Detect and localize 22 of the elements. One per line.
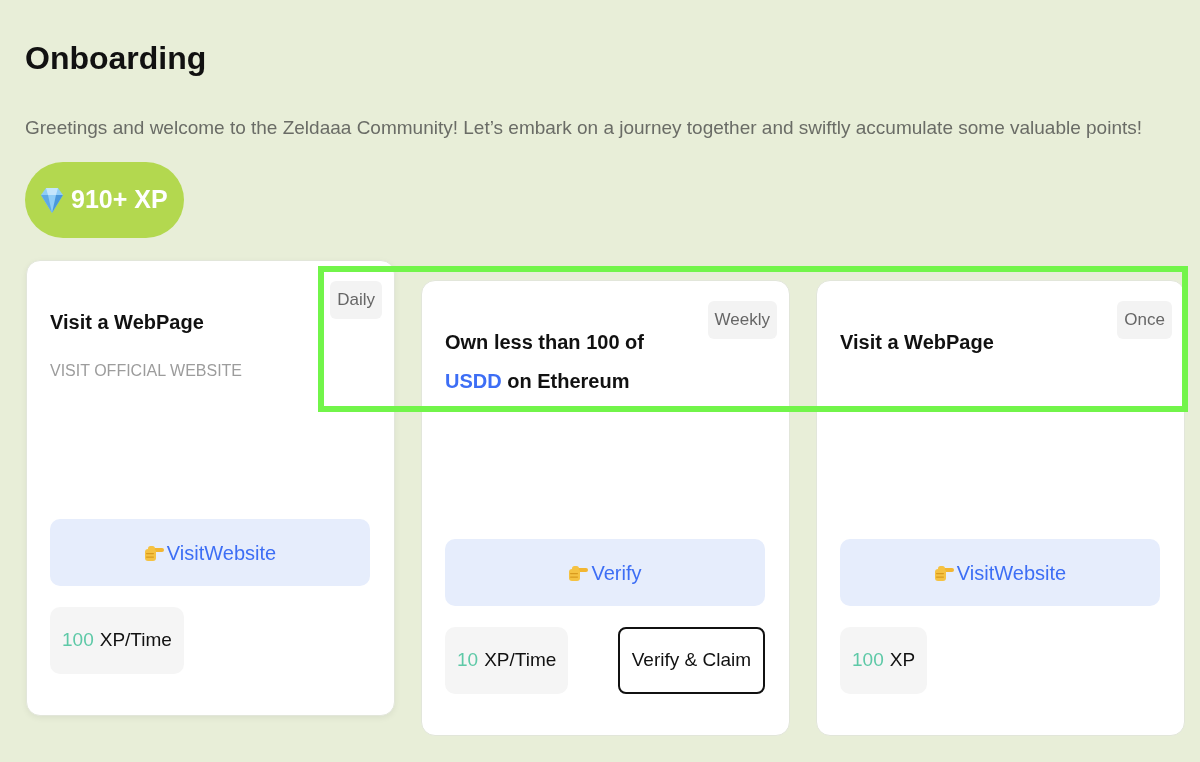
task-title: Own less than 100 of USDD on Ethereum bbox=[445, 330, 645, 394]
claim-button[interactable]: Verify & Claim bbox=[617, 627, 765, 694]
page-description: Greetings and welcome to the Zeldaaa Community! Let’s embark on a journey together and swiftly accumulate some valuable points! bbox=[25, 116, 1143, 140]
frequency-badge: Weekly bbox=[707, 301, 777, 339]
pointing-hand-icon bbox=[568, 563, 589, 582]
frequency-badge: Daily bbox=[330, 281, 382, 319]
action-button[interactable]: VisitWebsite bbox=[840, 539, 1160, 606]
xp-reward: 10 XP/Time bbox=[445, 627, 569, 694]
task-title: Visit a WebPage bbox=[50, 310, 205, 335]
frequency-badge: Once bbox=[1117, 301, 1172, 339]
token-link[interactable]: USDD bbox=[445, 370, 502, 392]
pointing-hand-icon bbox=[933, 563, 954, 582]
task-title: Visit a WebPage bbox=[840, 330, 994, 355]
page-title: Onboarding bbox=[25, 39, 207, 78]
xp-total-pill: 910+ XP bbox=[25, 162, 184, 238]
xp-reward: 100 XP/Time bbox=[50, 607, 184, 674]
task-subtitle: VISIT OFFICIAL WEBSITE bbox=[50, 361, 243, 381]
xp-reward: 100 XP bbox=[840, 627, 928, 694]
gem-icon bbox=[41, 187, 63, 213]
action-button[interactable]: VisitWebsite bbox=[50, 519, 370, 586]
pointing-hand-icon bbox=[143, 543, 164, 562]
action-button[interactable]: Verify bbox=[445, 539, 765, 606]
